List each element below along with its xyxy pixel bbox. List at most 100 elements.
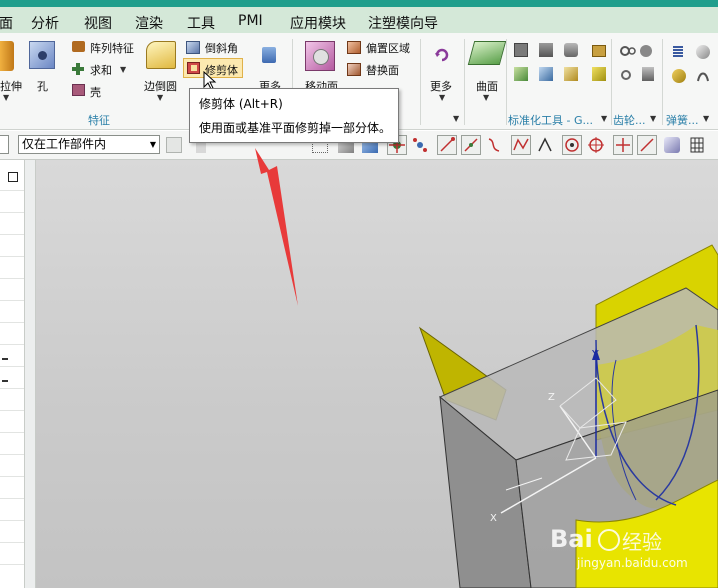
snap-icon[interactable]: [537, 137, 553, 153]
gear-icon[interactable]: [620, 69, 636, 81]
maximize-icon[interactable]: [8, 172, 18, 182]
graphics-window[interactable]: Y Z X Bai 经验 jingyan.baidu.com: [36, 160, 718, 588]
navigator-row: [0, 212, 24, 213]
chevron-down-icon[interactable]: ▼: [483, 93, 489, 102]
snap-icon[interactable]: [486, 137, 502, 153]
navigator-row: [0, 520, 24, 521]
navigator-row: [0, 476, 24, 477]
navigator-row: [0, 234, 24, 235]
annotation-arrow: [255, 148, 298, 306]
gear-icon[interactable]: [640, 45, 652, 57]
surface-icon[interactable]: [467, 41, 507, 65]
more-features-icon[interactable]: [262, 47, 276, 63]
navigator-row: [0, 410, 24, 411]
menu-item-analysis[interactable]: 分析: [31, 13, 59, 33]
navigator-row: [0, 366, 24, 367]
trim-body-icon[interactable]: [187, 62, 200, 74]
snap-midpoint-button[interactable]: [461, 135, 481, 155]
spring-icon[interactable]: [672, 69, 686, 83]
replace-face-label[interactable]: 替换面: [366, 62, 399, 78]
snap-endpoint-button[interactable]: [437, 135, 457, 155]
type-filter-combo[interactable]: [0, 135, 9, 154]
navigator-row: [0, 344, 24, 345]
spring-group-label[interactable]: 弹簧...: [666, 112, 699, 128]
menu-item-application[interactable]: 应用模块: [290, 13, 346, 33]
refresh-icon[interactable]: [434, 47, 450, 63]
shell-label[interactable]: 壳: [90, 84, 101, 100]
menu-bar: 面 分析 视图 渲染 工具 PMI 应用模块 注塑模向导: [0, 0, 718, 33]
snap-icon[interactable]: [588, 137, 604, 153]
snap-arc-center-button[interactable]: [562, 135, 582, 155]
standard-part-icon[interactable]: [592, 45, 606, 57]
move-face-icon[interactable]: [305, 41, 335, 71]
navigator-row: [0, 322, 24, 323]
menu-item-view[interactable]: 视图: [84, 13, 112, 33]
standard-part-icon[interactable]: [564, 43, 578, 57]
standard-part-icon[interactable]: [592, 67, 606, 81]
gear-icon[interactable]: [642, 67, 654, 81]
navigator-item-marker: [2, 358, 8, 360]
replace-face-icon[interactable]: [347, 63, 361, 76]
standard-part-icon[interactable]: [539, 43, 553, 57]
more-sync-label[interactable]: 更多: [430, 78, 452, 94]
chevron-down-icon[interactable]: ▼: [120, 65, 126, 74]
pattern-feature-icon[interactable]: [72, 41, 85, 52]
spring-icon[interactable]: [696, 45, 710, 59]
selection-scope-combo[interactable]: 仅在工作部件内 ▼: [18, 135, 160, 154]
hole-label[interactable]: 孔: [37, 78, 48, 94]
filter-icon[interactable]: [166, 137, 182, 153]
group-separator: [420, 39, 421, 125]
standard-part-icon[interactable]: [539, 67, 553, 81]
extrude-icon[interactable]: [0, 41, 14, 71]
snap-icon[interactable]: [664, 137, 680, 153]
surface-label[interactable]: 曲面: [476, 78, 498, 94]
edge-blend-label[interactable]: 边倒圆: [144, 78, 177, 94]
menu-item-mold-wizard[interactable]: 注塑模向导: [368, 13, 438, 33]
chevron-down-icon[interactable]: ▼: [650, 114, 656, 123]
spring-icon[interactable]: [672, 45, 684, 59]
chevron-down-icon[interactable]: ▼: [703, 114, 709, 123]
standard-part-icon[interactable]: [514, 43, 528, 57]
snap-on-curve-button[interactable]: [637, 135, 657, 155]
pattern-feature-label[interactable]: 阵列特征: [90, 40, 134, 56]
standard-part-icon[interactable]: [514, 67, 528, 81]
standard-parts-group-label[interactable]: 标准化工具 - G...: [508, 112, 593, 128]
unite-label[interactable]: 求和: [90, 62, 112, 78]
chamfer-label[interactable]: 倒斜角: [205, 40, 238, 56]
gear-icon[interactable]: [620, 45, 636, 57]
snap-icon[interactable]: [412, 137, 428, 153]
unite-icon[interactable]: [72, 63, 85, 75]
extrude-label[interactable]: 拉伸: [0, 78, 22, 94]
menu-item-surface[interactable]: 面: [0, 13, 13, 33]
hole-icon[interactable]: [29, 41, 55, 69]
shell-icon[interactable]: [72, 84, 85, 96]
part-navigator[interactable]: [0, 160, 25, 588]
standard-part-icon[interactable]: [564, 67, 578, 81]
spring-icon[interactable]: [696, 69, 710, 83]
x-axis-label: X: [490, 513, 497, 524]
menu-item-tools[interactable]: 工具: [187, 13, 215, 33]
gear-group-label[interactable]: 齿轮...: [613, 112, 646, 128]
navigator-row: [0, 300, 24, 301]
tooltip-description: 使用面或基准平面修剪掉一部分体。: [199, 121, 392, 135]
watermark-logo: Bai: [550, 525, 593, 553]
watermark-url: jingyan.baidu.com: [577, 556, 688, 570]
offset-region-label[interactable]: 偏置区域: [366, 40, 410, 56]
edge-blend-icon[interactable]: [146, 41, 176, 69]
offset-region-icon[interactable]: [347, 41, 361, 54]
chevron-down-icon[interactable]: ▼: [439, 93, 445, 102]
chevron-down-icon[interactable]: ▼: [453, 114, 459, 123]
chevron-down-icon[interactable]: ▼: [601, 114, 607, 123]
chevron-down-icon[interactable]: ▼: [3, 93, 9, 102]
menu-item-render[interactable]: 渲染: [135, 13, 163, 33]
navigator-row: [0, 190, 24, 191]
navigator-row: [0, 564, 24, 565]
chevron-down-icon[interactable]: ▼: [157, 93, 163, 102]
snap-control-point-button[interactable]: [511, 135, 531, 155]
chamfer-icon[interactable]: [186, 41, 200, 54]
menu-item-pmi[interactable]: PMI: [238, 13, 263, 29]
grid-icon[interactable]: [690, 137, 704, 153]
snap-intersection-button[interactable]: [613, 135, 633, 155]
navigator-row: [0, 256, 24, 257]
arrow-shape: [255, 148, 298, 306]
